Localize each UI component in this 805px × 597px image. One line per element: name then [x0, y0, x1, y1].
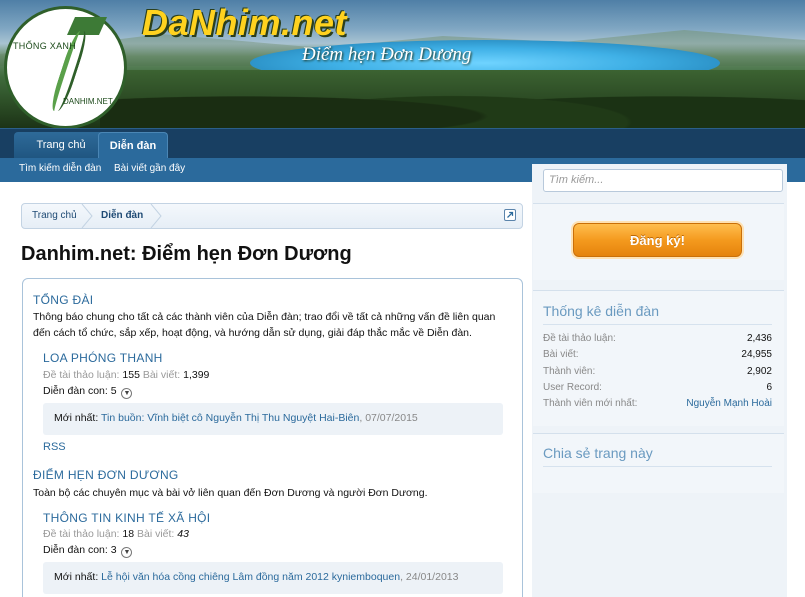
stat-value: 2,436 — [746, 333, 772, 344]
divider — [543, 466, 772, 467]
stat-label: Bài viết: — [543, 349, 579, 360]
forum-node-stats: Đề tài thảo luận: 18 Bài viết: 43 — [43, 528, 189, 540]
posts-count: 43 — [177, 528, 189, 540]
latest-label: Mới nhất: — [54, 412, 99, 424]
stat-value: 6 — [766, 382, 772, 393]
chevron-down-icon[interactable]: ▼ — [121, 388, 133, 399]
site-title[interactable]: DaNhim.net — [142, 2, 347, 44]
latest-post-link[interactable]: Tin buồn: Vĩnh biệt cô Nguyễn Thị Thu Ng… — [101, 412, 359, 424]
category-description: Thông báo chung cho tất cả các thành viê… — [33, 311, 496, 339]
stat-label: Thành viên: — [543, 366, 596, 377]
divider — [543, 324, 772, 325]
logo-text-bottom: DANHIM.NET — [63, 97, 113, 106]
breadcrumb-forums[interactable]: Diễn đàn — [101, 210, 143, 221]
breadcrumb: Trang chủ Diễn đàn — [21, 203, 523, 229]
share-block — [533, 433, 784, 493]
subforums-label: Diễn đàn con: 5 — [43, 385, 117, 397]
signup-button[interactable]: Đăng ký! — [573, 223, 742, 257]
category-title[interactable]: ĐIỂM HẸN ĐƠN DƯƠNG — [33, 468, 179, 482]
chevron-down-icon[interactable]: ▼ — [121, 547, 133, 558]
rss-link[interactable]: RSS — [43, 441, 66, 453]
latest-post: Mới nhất: Lễ hội văn hóa cồng chiêng Lâm… — [43, 562, 503, 594]
stats-heading: Thống kê diễn đàn — [543, 303, 659, 319]
stat-label: Đề tài thảo luận: — [543, 333, 616, 344]
tab-home[interactable]: Trang chủ — [14, 132, 108, 159]
threads-label: Đề tài thảo luận: — [43, 528, 120, 540]
latest-post-date: 24/01/2013 — [405, 571, 459, 583]
site-logo[interactable]: THỐNG XANH DANHIM.NET — [4, 6, 127, 128]
breadcrumb-separator-icon — [150, 204, 162, 228]
latest-post-date: 07/07/2015 — [365, 412, 418, 424]
tab-forums[interactable]: Diễn đàn — [98, 132, 168, 159]
subnav-search-forums[interactable]: Tìm kiếm diễn đàn — [19, 163, 101, 174]
posts-label: Bài viết: — [137, 528, 175, 540]
main-navbar: Trang chủ Diễn đàn — [0, 128, 805, 159]
forum-node-stats: Đề tài thảo luận: 155 Bài viết: 1,399 — [43, 369, 209, 381]
subforums-label: Diễn đàn con: 3 — [43, 544, 117, 556]
stat-label: User Record: — [543, 382, 602, 393]
logo-text-top: THỐNG XANH — [13, 41, 77, 51]
subforums-toggle[interactable]: Diễn đàn con: 5 ▼ — [43, 385, 133, 399]
forum-node-title[interactable]: LOA PHÓNG THANH — [43, 351, 163, 365]
threads-label: Đề tài thảo luận: — [43, 369, 120, 381]
breadcrumb-separator-icon — [81, 204, 93, 228]
posts-count: 1,399 — [183, 369, 210, 381]
threads-count: 18 — [122, 528, 135, 540]
subnav-recent-posts[interactable]: Bài viết gần đây — [114, 163, 185, 174]
stat-value: 24,955 — [741, 349, 772, 360]
breadcrumb-home[interactable]: Trang chủ — [32, 210, 77, 221]
threads-count: 155 — [122, 369, 140, 381]
category-title[interactable]: TỔNG ĐÀI — [33, 293, 93, 307]
share-heading: Chia sẻ trang này — [543, 445, 653, 461]
site-banner: THỐNG XANH DANHIM.NET DaNhim.net Điểm hẹ… — [0, 0, 805, 128]
category-description: Toàn bộ các chuyên mục và bài vở liên qu… — [33, 487, 428, 499]
newest-member-link[interactable]: Nguyễn Mạnh Hoài — [686, 398, 772, 409]
page-title: Danhim.net: Điểm hẹn Đơn Dương — [21, 243, 352, 265]
posts-label: Bài viết: — [142, 369, 181, 381]
jump-to-page-icon[interactable] — [504, 209, 516, 221]
latest-label: Mới nhất: — [54, 571, 99, 583]
site-tagline: Điểm hẹn Đơn Dương — [302, 44, 472, 65]
stat-value: 2,902 — [746, 366, 772, 377]
latest-post: Mới nhất: Tin buồn: Vĩnh biệt cô Nguyễn … — [43, 403, 503, 435]
banner-pines — [100, 70, 805, 128]
forum-list: TỔNG ĐÀI Thông báo chung cho tất cả các … — [22, 278, 523, 597]
subforums-toggle[interactable]: Diễn đàn con: 3 ▼ — [43, 544, 133, 558]
search-input[interactable]: Tìm kiếm... — [543, 169, 783, 192]
forum-node-title[interactable]: THÔNG TIN KINH TẾ XÃ HỘI — [43, 511, 210, 525]
stat-label: Thành viên mới nhất: — [543, 398, 638, 409]
latest-post-link[interactable]: Lễ hội văn hóa cồng chiêng Lâm đồng năm … — [101, 571, 400, 583]
logo-dam-icon — [67, 17, 107, 35]
